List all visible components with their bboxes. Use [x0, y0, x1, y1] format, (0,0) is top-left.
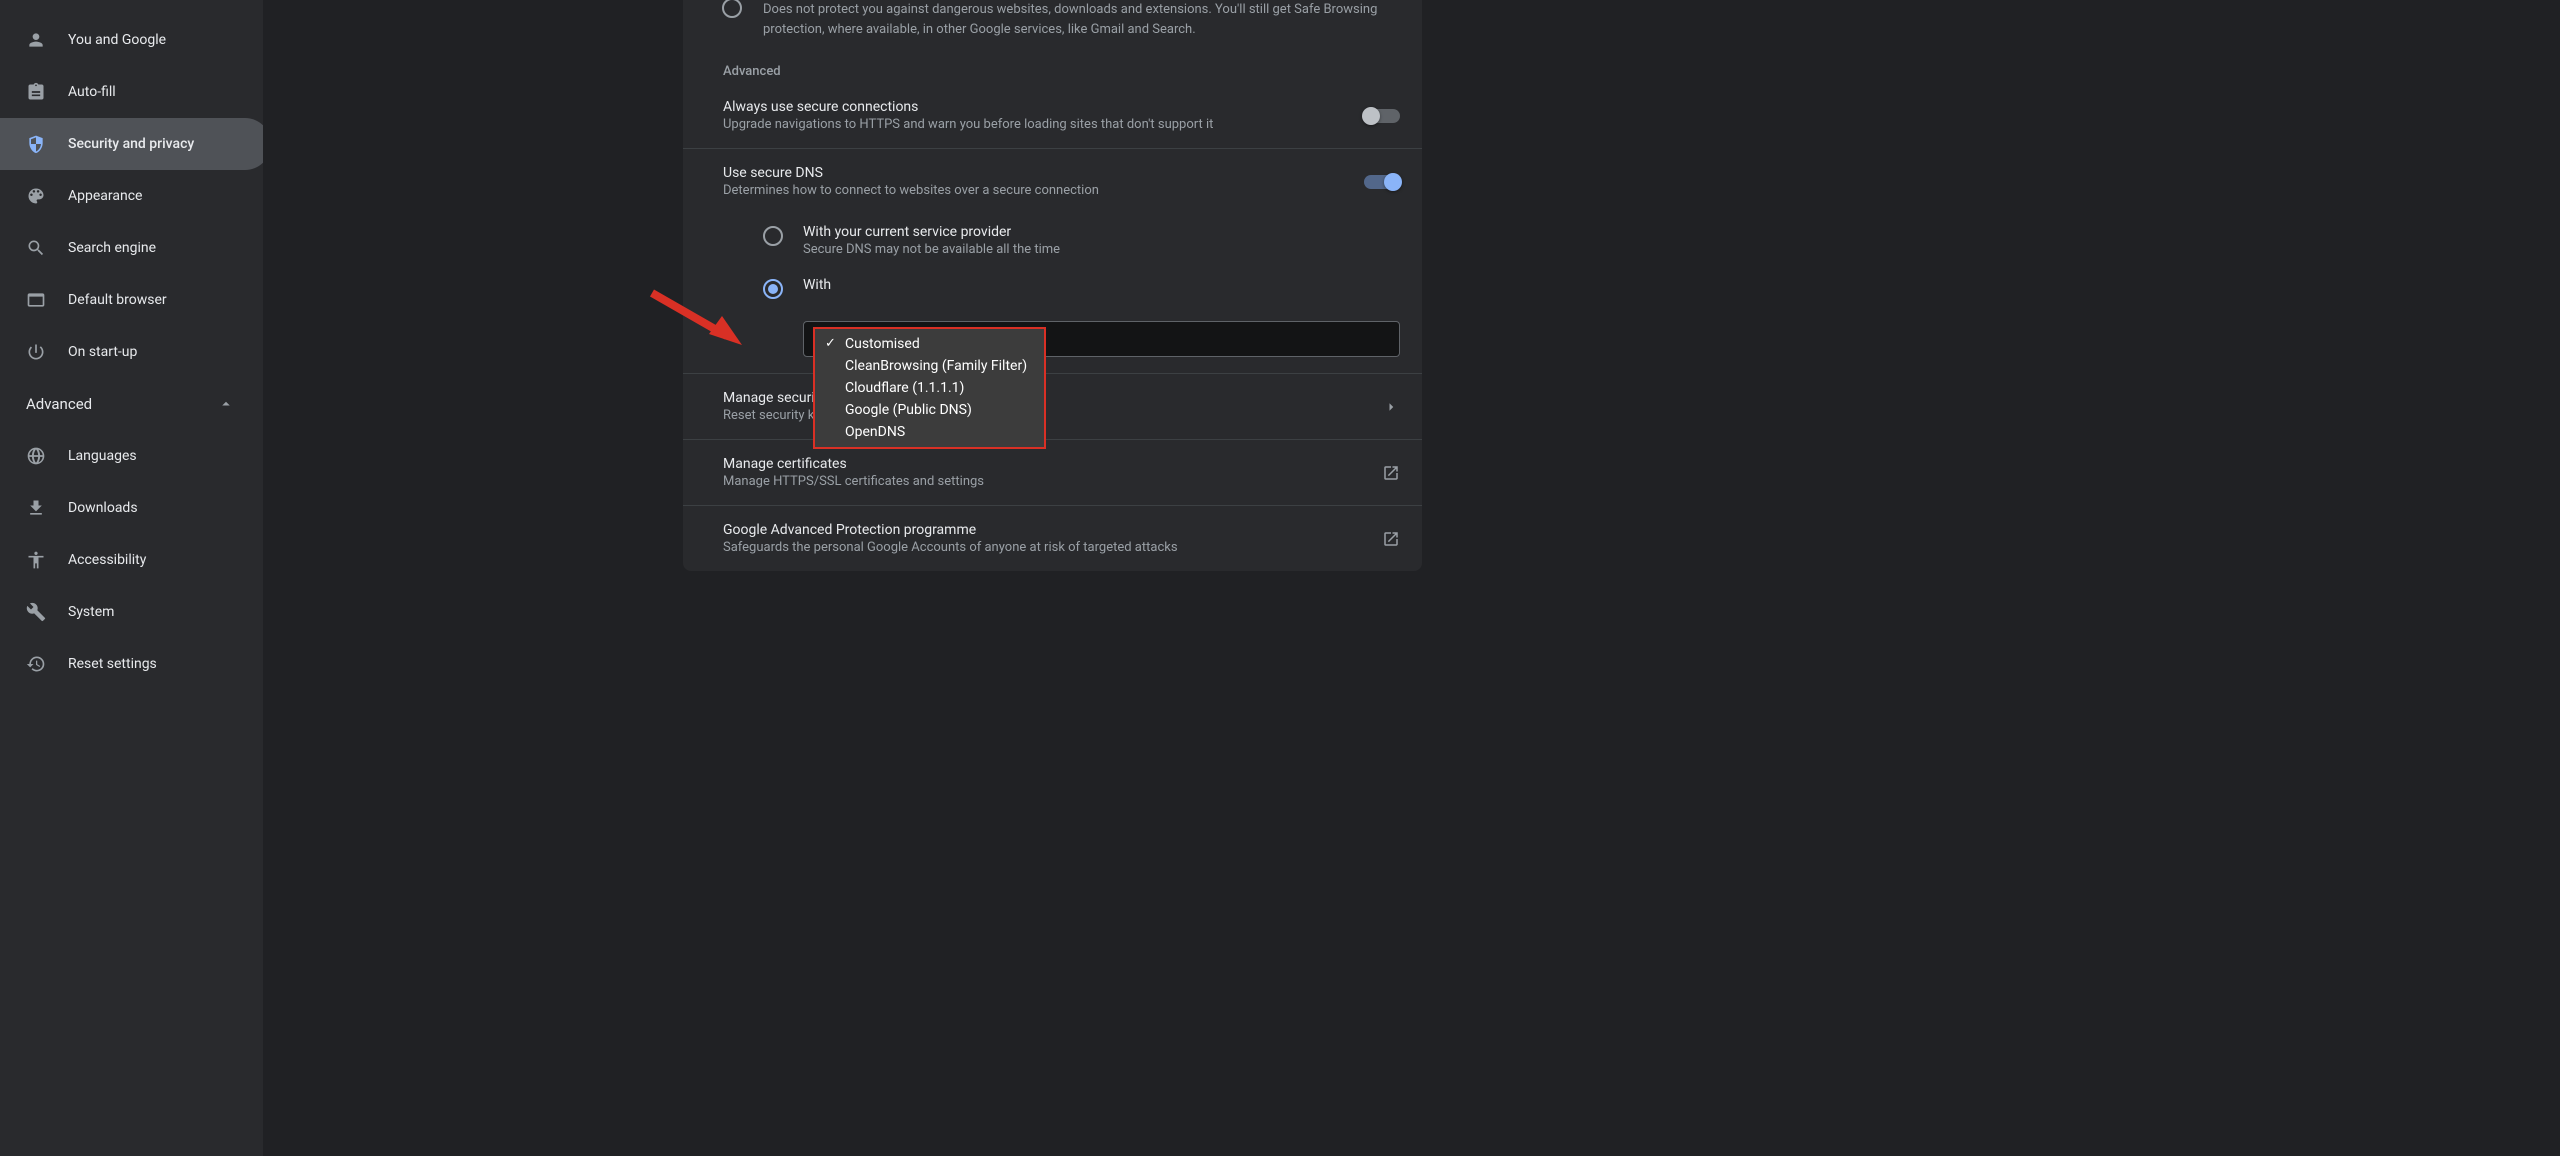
settings-card: Does not protect you against dangerous w… — [683, 0, 1422, 571]
toggle-secure-dns[interactable] — [1364, 175, 1400, 189]
person-icon — [26, 30, 46, 50]
sidebar-item-languages[interactable]: Languages — [0, 430, 263, 482]
advanced-toggle[interactable]: Advanced — [0, 378, 263, 430]
dns-option-provider[interactable]: With your current service provider Secur… — [723, 214, 1400, 267]
option-title: With your current service provider — [803, 224, 1060, 240]
download-icon — [26, 498, 46, 518]
sidebar-item-security[interactable]: Security and privacy — [0, 118, 263, 170]
main-content: Does not protect you against dangerous w… — [263, 0, 2560, 1156]
sidebar-item-label: Search engine — [68, 240, 156, 256]
globe-icon — [26, 446, 46, 466]
open-external-icon — [1382, 464, 1400, 482]
row-title: Always use secure connections — [723, 99, 1344, 115]
row-title: Use secure DNS — [723, 165, 1344, 181]
sidebar-item-label: Languages — [68, 448, 137, 464]
row-desc: Upgrade navigations to HTTPS and warn yo… — [723, 117, 1344, 132]
dns-option-with[interactable]: With — [723, 267, 1400, 309]
row-secure-dns: Use secure DNS Determines how to connect… — [683, 149, 1422, 214]
row-desc: Safeguards the personal Google Accounts … — [723, 540, 1362, 555]
browser-icon — [26, 290, 46, 310]
radio-icon[interactable] — [722, 0, 742, 18]
accessibility-icon — [26, 550, 46, 570]
radio-icon[interactable] — [763, 279, 783, 299]
sidebar-item-label: Auto-fill — [68, 84, 116, 100]
toggle-always-secure[interactable] — [1364, 109, 1400, 123]
dropdown-option[interactable]: Cloudflare (1.1.1.1) — [815, 377, 1044, 399]
sidebar-item-on-start-up[interactable]: On start-up — [0, 326, 263, 378]
search-icon — [26, 238, 46, 258]
sidebar-item-label: Accessibility — [68, 552, 146, 568]
dns-provider-dropdown[interactable]: Customised CleanBrowsing (Family Filter)… — [813, 327, 1046, 449]
dropdown-option[interactable]: OpenDNS — [815, 421, 1044, 443]
restore-icon — [26, 654, 46, 674]
option-desc: Secure DNS may not be available all the … — [803, 242, 1060, 257]
sidebar-item-downloads[interactable]: Downloads — [0, 482, 263, 534]
secure-dns-options: With your current service provider Secur… — [683, 214, 1422, 374]
palette-icon — [26, 186, 46, 206]
sidebar-item-appearance[interactable]: Appearance — [0, 170, 263, 222]
advanced-label: Advanced — [26, 395, 92, 413]
sidebar-item-search-engine[interactable]: Search engine — [0, 222, 263, 274]
prior-option-desc: Does not protect you against dangerous w… — [683, 0, 1422, 64]
chevron-right-icon — [1382, 398, 1400, 416]
sidebar-item-auto-fill[interactable]: Auto-fill — [0, 66, 263, 118]
sidebar-item-label: Security and privacy — [68, 136, 194, 152]
row-title: Manage certificates — [723, 456, 1362, 472]
row-desc: Determines how to connect to websites ov… — [723, 183, 1344, 198]
prior-option-text: Does not protect you against dangerous w… — [763, 2, 1377, 37]
advanced-section-label: Advanced — [683, 64, 1422, 83]
dropdown-option[interactable]: Google (Public DNS) — [815, 399, 1044, 421]
dropdown-option[interactable]: CleanBrowsing (Family Filter) — [815, 355, 1044, 377]
chevron-up-icon — [217, 395, 235, 413]
sidebar-item-accessibility[interactable]: Accessibility — [0, 534, 263, 586]
sidebar-item-label: Downloads — [68, 500, 138, 516]
sidebar-item-default-browser[interactable]: Default browser — [0, 274, 263, 326]
row-security-keys[interactable]: Manage security keys Reset security keys… — [683, 374, 1422, 440]
sidebar: You and Google Auto-fill Security and pr… — [0, 0, 263, 1156]
sidebar-item-label: Reset settings — [68, 656, 157, 672]
row-title: Google Advanced Protection programme — [723, 522, 1362, 538]
wrench-icon — [26, 602, 46, 622]
row-always-secure: Always use secure connections Upgrade na… — [683, 83, 1422, 149]
sidebar-item-system[interactable]: System — [0, 586, 263, 638]
power-icon — [26, 342, 46, 362]
sidebar-item-label: Default browser — [68, 292, 167, 308]
shield-icon — [26, 134, 46, 154]
clipboard-icon — [26, 82, 46, 102]
sidebar-item-label: System — [68, 604, 114, 620]
row-certificates[interactable]: Manage certificates Manage HTTPS/SSL cer… — [683, 440, 1422, 506]
sidebar-item-label: Appearance — [68, 188, 142, 204]
row-desc: Manage HTTPS/SSL certificates and settin… — [723, 474, 1362, 489]
sidebar-item-label: You and Google — [68, 32, 166, 48]
option-title: With — [803, 277, 831, 293]
sidebar-item-label: On start-up — [68, 344, 137, 360]
open-external-icon — [1382, 530, 1400, 548]
sidebar-item-you-and-google[interactable]: You and Google — [0, 14, 263, 66]
row-google-advanced-protection[interactable]: Google Advanced Protection programme Saf… — [683, 506, 1422, 571]
sidebar-item-reset-settings[interactable]: Reset settings — [0, 638, 263, 690]
dropdown-option[interactable]: Customised — [815, 333, 1044, 355]
radio-icon[interactable] — [763, 226, 783, 246]
